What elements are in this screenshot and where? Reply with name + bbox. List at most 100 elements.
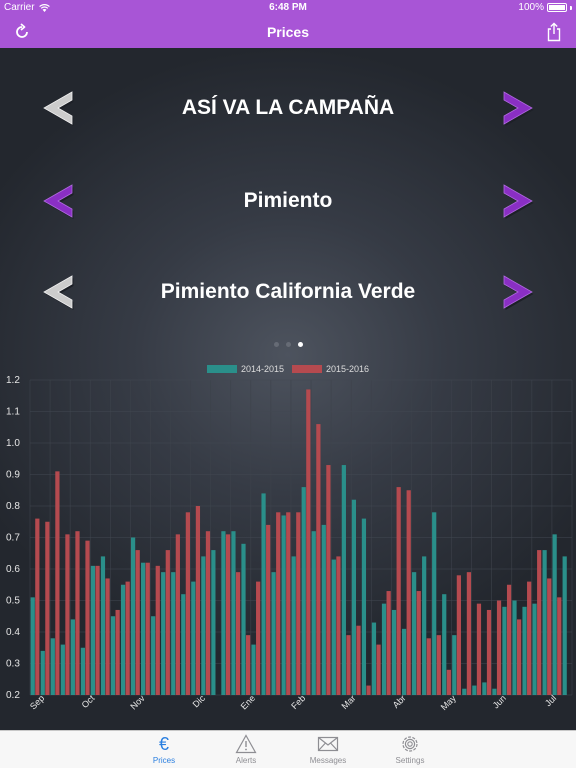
bar-2014-2015[interactable] xyxy=(291,556,296,695)
bar-2014-2015[interactable] xyxy=(40,650,45,695)
campaign-next-button[interactable] xyxy=(494,86,538,130)
page-dot[interactable] xyxy=(273,342,279,347)
bar-2015-2016[interactable] xyxy=(55,471,60,695)
bar-2014-2015[interactable] xyxy=(482,682,487,695)
bar-2015-2016[interactable] xyxy=(246,635,251,695)
bar-2015-2016[interactable] xyxy=(456,575,461,695)
variety-prev-button[interactable] xyxy=(38,270,82,314)
bar-2015-2016[interactable] xyxy=(396,487,401,695)
bar-2015-2016[interactable] xyxy=(316,424,321,695)
bar-2014-2015[interactable] xyxy=(261,493,266,695)
bar-2014-2015[interactable] xyxy=(191,581,196,695)
bar-2015-2016[interactable] xyxy=(256,581,261,695)
bar-2014-2015[interactable] xyxy=(371,622,377,695)
bar-2014-2015[interactable] xyxy=(120,584,126,695)
bar-2014-2015[interactable] xyxy=(110,616,116,695)
bar-2015-2016[interactable] xyxy=(296,512,301,695)
bar-2014-2015[interactable] xyxy=(151,616,156,695)
campaign-prev-button[interactable] xyxy=(38,86,82,130)
tab-settings[interactable]: Settings xyxy=(380,733,440,765)
bar-2014-2015[interactable] xyxy=(391,609,397,695)
bar-2014-2015[interactable] xyxy=(70,619,75,695)
bar-2014-2015[interactable] xyxy=(512,600,517,696)
bar-2015-2016[interactable] xyxy=(85,540,90,695)
bar-2015-2016[interactable] xyxy=(105,578,110,695)
bar-2014-2015[interactable] xyxy=(80,647,86,695)
bar-2014-2015[interactable] xyxy=(50,638,55,695)
bar-2014-2015[interactable] xyxy=(271,572,276,695)
tab-messages[interactable]: Messages xyxy=(298,733,358,765)
bar-2015-2016[interactable] xyxy=(195,506,201,695)
bar-2015-2016[interactable] xyxy=(75,531,80,695)
bar-2014-2015[interactable] xyxy=(331,559,336,695)
bar-2015-2016[interactable] xyxy=(286,512,291,695)
bar-2015-2016[interactable] xyxy=(276,512,281,695)
bar-2014-2015[interactable] xyxy=(60,644,65,695)
bar-2014-2015[interactable] xyxy=(442,594,447,695)
bar-2015-2016[interactable] xyxy=(306,389,311,695)
bar-2014-2015[interactable] xyxy=(130,537,136,696)
page-indicator[interactable] xyxy=(0,342,576,347)
bar-2015-2016[interactable] xyxy=(125,581,130,695)
bar-2015-2016[interactable] xyxy=(326,465,331,695)
bar-2015-2016[interactable] xyxy=(35,518,40,695)
bar-2014-2015[interactable] xyxy=(181,594,186,695)
bar-2015-2016[interactable] xyxy=(557,597,562,695)
bar-2015-2016[interactable] xyxy=(506,584,512,695)
bar-2015-2016[interactable] xyxy=(95,565,100,695)
bar-2015-2016[interactable] xyxy=(115,609,120,695)
bar-2015-2016[interactable] xyxy=(537,550,542,695)
bar-2014-2015[interactable] xyxy=(201,556,206,695)
bar-2014-2015[interactable] xyxy=(100,556,106,695)
bar-2014-2015[interactable] xyxy=(502,606,507,695)
bar-2015-2016[interactable] xyxy=(416,591,421,695)
bar-2015-2016[interactable] xyxy=(496,600,502,696)
bar-2014-2015[interactable] xyxy=(281,515,286,695)
bar-2014-2015[interactable] xyxy=(351,499,357,695)
bar-2015-2016[interactable] xyxy=(165,550,170,695)
bar-2014-2015[interactable] xyxy=(542,550,547,695)
bar-2014-2015[interactable] xyxy=(522,606,527,695)
bar-2014-2015[interactable] xyxy=(562,556,567,695)
bar-2015-2016[interactable] xyxy=(155,565,160,695)
bar-2015-2016[interactable] xyxy=(225,534,231,695)
page-dot[interactable] xyxy=(285,342,291,347)
bar-2014-2015[interactable] xyxy=(452,635,457,695)
tab-prices[interactable]: € Prices xyxy=(134,733,194,765)
bar-2015-2016[interactable] xyxy=(336,556,341,695)
bar-2014-2015[interactable] xyxy=(241,543,246,695)
product-prev-button[interactable] xyxy=(38,179,82,223)
share-button[interactable] xyxy=(544,22,564,42)
bar-2014-2015[interactable] xyxy=(401,628,407,695)
bar-2015-2016[interactable] xyxy=(266,524,271,695)
bar-2015-2016[interactable] xyxy=(376,644,381,695)
bar-2014-2015[interactable] xyxy=(412,572,417,695)
bar-2015-2016[interactable] xyxy=(65,534,70,695)
bar-2014-2015[interactable] xyxy=(381,603,387,695)
bar-2015-2016[interactable] xyxy=(517,619,522,695)
bar-2015-2016[interactable] xyxy=(486,609,492,695)
bar-2014-2015[interactable] xyxy=(472,685,477,695)
bar-2015-2016[interactable] xyxy=(406,490,411,695)
bar-2014-2015[interactable] xyxy=(301,487,306,695)
bar-2014-2015[interactable] xyxy=(321,524,326,695)
bar-2015-2016[interactable] xyxy=(356,625,361,695)
bar-2014-2015[interactable] xyxy=(221,531,226,695)
bar-2014-2015[interactable] xyxy=(532,603,537,695)
bar-2014-2015[interactable] xyxy=(311,531,316,695)
bar-2014-2015[interactable] xyxy=(141,562,146,695)
tab-alerts[interactable]: Alerts xyxy=(216,733,276,765)
bar-2015-2016[interactable] xyxy=(235,572,241,695)
bar-2014-2015[interactable] xyxy=(462,688,467,695)
bar-2014-2015[interactable] xyxy=(30,597,35,695)
bar-2015-2016[interactable] xyxy=(426,638,431,695)
bar-2015-2016[interactable] xyxy=(547,578,552,695)
bar-2014-2015[interactable] xyxy=(492,688,497,695)
bar-2014-2015[interactable] xyxy=(251,644,256,695)
bar-2014-2015[interactable] xyxy=(422,556,427,695)
bar-2014-2015[interactable] xyxy=(231,531,236,695)
product-next-button[interactable] xyxy=(494,179,538,223)
bar-2015-2016[interactable] xyxy=(185,512,190,695)
bar-2015-2016[interactable] xyxy=(466,572,472,695)
bar-2015-2016[interactable] xyxy=(446,669,451,695)
